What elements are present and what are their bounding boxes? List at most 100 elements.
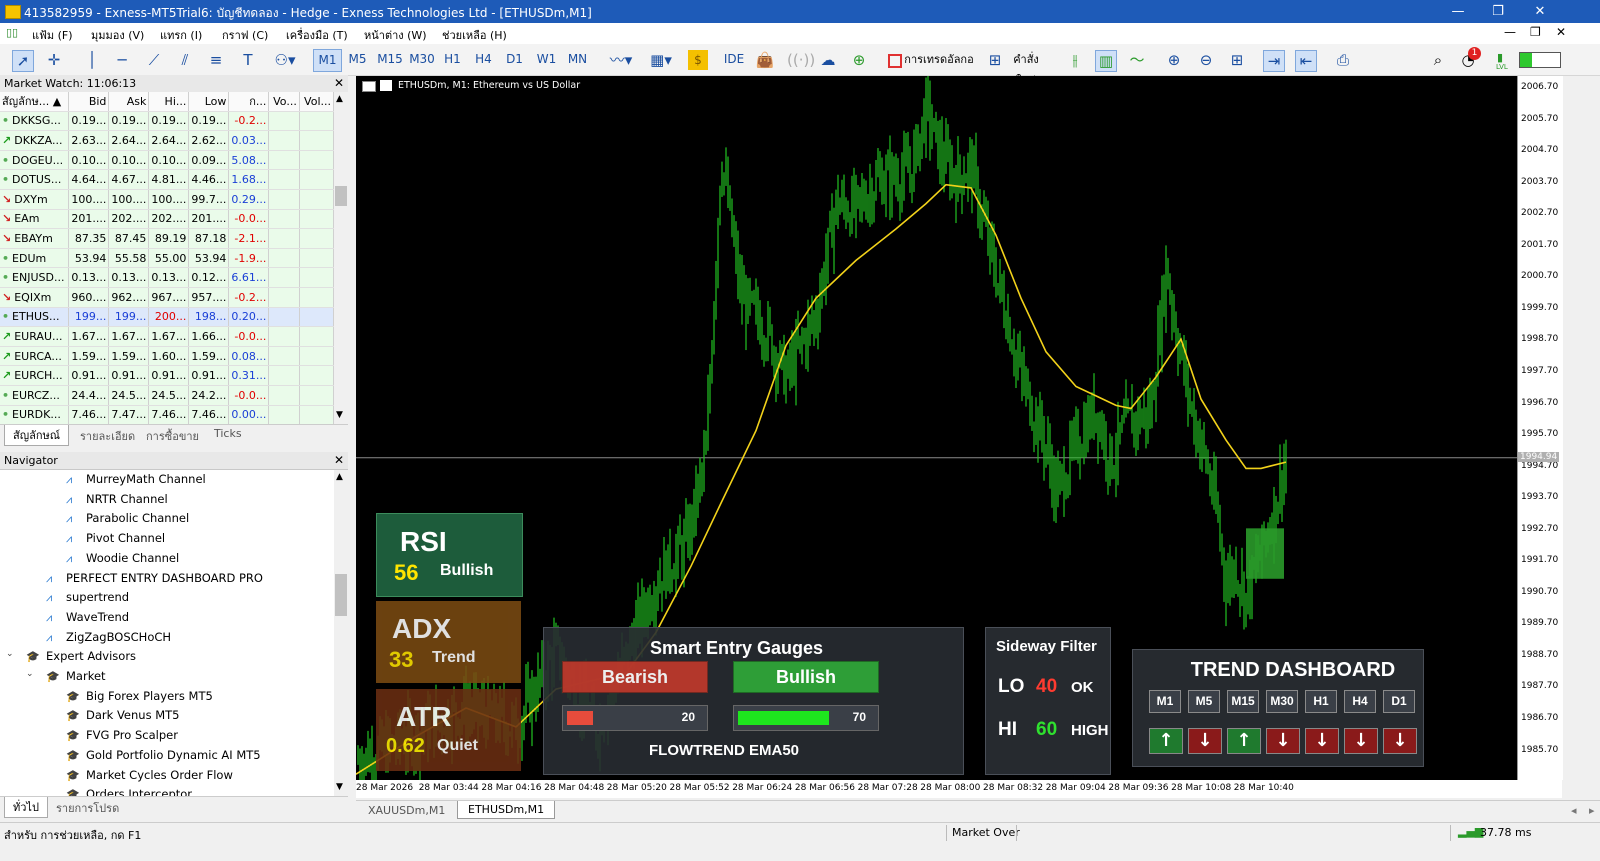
timeframe-m30[interactable]: M30 (407, 49, 437, 70)
chart-tabs-scroll-right-icon[interactable]: ▸ (1589, 804, 1595, 817)
new-order-button[interactable]: คำสั่งใหม่ (1004, 49, 1048, 87)
navigator-item[interactable]: WaveTrend (66, 610, 129, 624)
col-ask[interactable]: Ask (108, 92, 150, 112)
market-watch-row[interactable]: ↗ EURCA... 1.59... 1.59... 1.60... 1.59... 0.0… (0, 346, 334, 367)
menu-window[interactable]: หน้าต่าง (W) (364, 26, 427, 44)
market-watch-row[interactable]: • DKKSG... 0.19... 0.19... 0.19... 0.19... -0.… (0, 111, 334, 132)
algo-trading-icon[interactable] (888, 54, 902, 68)
market-watch-row[interactable]: • EDUm 53.94 55.58 55.00 53.94 -1.9... (0, 248, 334, 269)
timeframe-w1[interactable]: W1 (533, 49, 560, 70)
navigator-item[interactable]: Market (66, 669, 106, 683)
market-watch-row[interactable]: • EURDK... 7.46... 7.47... 7.46... 7.46... 0.0… (0, 405, 334, 424)
cursor-icon[interactable]: ➚ (12, 50, 34, 72)
market-watch-row[interactable]: ↘ DXYm 100.... 100.... 100.... 99.7... 0.29... (0, 189, 334, 210)
col-volume-2[interactable]: Vol... (299, 92, 334, 112)
signals-icon[interactable]: ((·)) (787, 50, 815, 70)
cloud-icon[interactable]: ☁ (818, 50, 838, 70)
indicators-icon[interactable]: 〰▾ (606, 50, 636, 70)
navigator-item[interactable]: FVG Pro Scalper (86, 728, 178, 742)
status-mode[interactable]: Market Over (952, 826, 1020, 839)
autoscroll-icon[interactable]: ⇥ (1263, 50, 1285, 72)
market-watch-scrollbar[interactable]: ▲ ▼ (334, 92, 348, 424)
minimize-button[interactable]: — (1438, 2, 1478, 21)
chart-shift-icon[interactable]: ⇤ (1295, 50, 1317, 72)
col-volume[interactable]: Vo... (268, 92, 300, 112)
price-chart[interactable]: ETHUSDm, M1: Ethereum vs US Dollar RSI 5… (356, 76, 1517, 780)
market-watch-row[interactable]: • EURCZ... 24.4... 24.5... 24.5... 24.2... -0.… (0, 385, 334, 406)
vertical-line-icon[interactable]: │ (82, 50, 102, 70)
navigator-item[interactable]: Pivot Channel (86, 531, 165, 545)
menu-chart[interactable]: กราฟ (C) (222, 26, 268, 44)
bar-chart-icon[interactable]: ⫲ (1065, 50, 1085, 70)
market-watch-row[interactable]: ↘ EBAYm 87.35 87.45 89.19 87.18 -2.1... (0, 228, 334, 249)
shapes-icon[interactable]: ⚇▾ (268, 50, 302, 70)
tab-favorites[interactable]: รายการโปรด (56, 799, 119, 817)
navigator-item[interactable]: supertrend (66, 590, 129, 604)
market-watch-row[interactable]: • ENJUSD... 0.13... 0.13... 0.13... 0.12... 6.… (0, 267, 334, 288)
col-change[interactable]: ก... (228, 92, 270, 112)
chart-tabs-scroll-left-icon[interactable]: ◂ (1571, 804, 1577, 817)
market-watch-row[interactable]: ↘ EQIXm 960.... 962.... 967.... 957.... -0.2..… (0, 287, 334, 308)
market-watch-row[interactable]: ↗ EURCH... 0.91... 0.91... 0.91... 0.91... 0.3… (0, 365, 334, 386)
mdi-minimize-button[interactable]: — (1504, 25, 1516, 39)
col-bid[interactable]: Bid (68, 92, 110, 112)
algo-trading-button[interactable]: การเทรดอัลกอ (904, 49, 974, 70)
close-window-button[interactable]: ✕ (1520, 2, 1560, 21)
navigator-item[interactable]: Orders Interceptor (86, 787, 192, 796)
market-watch-row[interactable]: • DOTUS... 4.64... 4.67... 4.81... 4.46... 1.6… (0, 169, 334, 190)
chart-tab-ethusd[interactable]: ETHUSDm,M1 (457, 801, 556, 819)
timeframe-h4[interactable]: H4 (471, 49, 496, 70)
navigator-item[interactable]: Gold Portfolio Dynamic AI MT5 (86, 748, 261, 762)
market-watch-row[interactable]: ↘ EAm 201.... 202.... 202.... 201.... -0.0... (0, 209, 334, 230)
navigator-close-icon[interactable]: ✕ (332, 453, 346, 467)
templates-icon[interactable]: ▦▾ (644, 50, 678, 70)
navigator-item[interactable]: Market Cycles Order Flow (86, 768, 233, 782)
horizontal-line-icon[interactable]: ─ (112, 50, 132, 70)
col-symbol[interactable]: สัญลักษ... ▲ (0, 92, 70, 112)
timeframe-m15[interactable]: M15 (375, 49, 405, 70)
navigator-item[interactable]: Woodie Channel (86, 551, 179, 565)
market-watch-row[interactable]: • DOGEU... 0.10... 0.10... 0.10... 0.09... 5.0… (0, 150, 334, 171)
navigator-item[interactable]: MurreyMath Channel (86, 472, 206, 486)
mdi-close-button[interactable]: ✕ (1556, 25, 1566, 39)
navigator-item[interactable]: ZigZagBOSCHoCH (66, 630, 171, 644)
vps-icon[interactable]: ⊕ (849, 50, 869, 70)
screenshot-icon[interactable]: ⎙ (1333, 50, 1353, 70)
tile-windows-icon[interactable]: ⊞ (1227, 50, 1247, 70)
menu-view[interactable]: มุมมอง (V) (91, 26, 144, 44)
timeframe-m1[interactable]: M1 (313, 49, 342, 72)
trendline-icon[interactable]: ⟋ (144, 50, 164, 70)
navigator-scrollbar[interactable]: ▲ ▼ (334, 470, 348, 796)
timeframe-h1[interactable]: H1 (440, 49, 465, 70)
crosshair-icon[interactable]: ✛ (44, 50, 64, 70)
chart-tab-xauusd[interactable]: XAUUSDm,M1 (368, 804, 445, 817)
candlestick-icon[interactable]: ▥ (1095, 50, 1117, 72)
timeframe-mn[interactable]: MN (564, 49, 591, 70)
navigator-item[interactable]: Parabolic Channel (86, 511, 189, 525)
market-watch-close-icon[interactable]: ✕ (332, 76, 346, 90)
search-icon[interactable]: ⌕ (1428, 50, 1448, 70)
timeframe-m5[interactable]: M5 (344, 49, 371, 70)
market-watch-row[interactable]: • ETHUS... 199... 199... 200... 198... 0.20... (0, 307, 334, 328)
app-menu-icon[interactable]: ▯▯ (6, 26, 20, 39)
market-bag-icon[interactable]: 👜 (755, 50, 775, 70)
market-watch-row[interactable]: ↗ DKKZA... 2.63... 2.64... 2.64... 2.62... 0.0… (0, 130, 334, 151)
navigator-item[interactable]: Expert Advisors (46, 649, 136, 663)
tab-details[interactable]: รายละเอียด (80, 427, 135, 445)
market-watch-row[interactable]: ↗ EURAU... 1.67... 1.67... 1.67... 1.66... -0.… (0, 326, 334, 347)
menu-file[interactable]: แฟ้ม (F) (32, 26, 73, 44)
col-high[interactable]: Hi... (148, 92, 190, 112)
mdi-restore-button[interactable]: ❐ (1530, 25, 1541, 39)
zoom-in-icon[interactable]: ⊕ (1164, 50, 1184, 70)
text-icon[interactable]: T (238, 50, 258, 70)
new-order-icon[interactable]: ⊞ (985, 50, 1005, 70)
navigator-item[interactable]: PERFECT ENTRY DASHBOARD PRO (66, 571, 263, 585)
zoom-out-icon[interactable]: ⊖ (1196, 50, 1216, 70)
menu-insert[interactable]: แทรก (I) (160, 26, 202, 44)
menu-help[interactable]: ช่วยเหลือ (H) (442, 26, 507, 44)
navigator-item[interactable]: Dark Venus MT5 (86, 708, 179, 722)
tab-trading[interactable]: การซื้อขาย (146, 427, 199, 445)
tree-expand-icon[interactable]: ⌄ (26, 669, 34, 679)
maximize-button[interactable]: ❐ (1478, 2, 1518, 21)
tab-common[interactable]: ทั่วไป (4, 797, 48, 818)
